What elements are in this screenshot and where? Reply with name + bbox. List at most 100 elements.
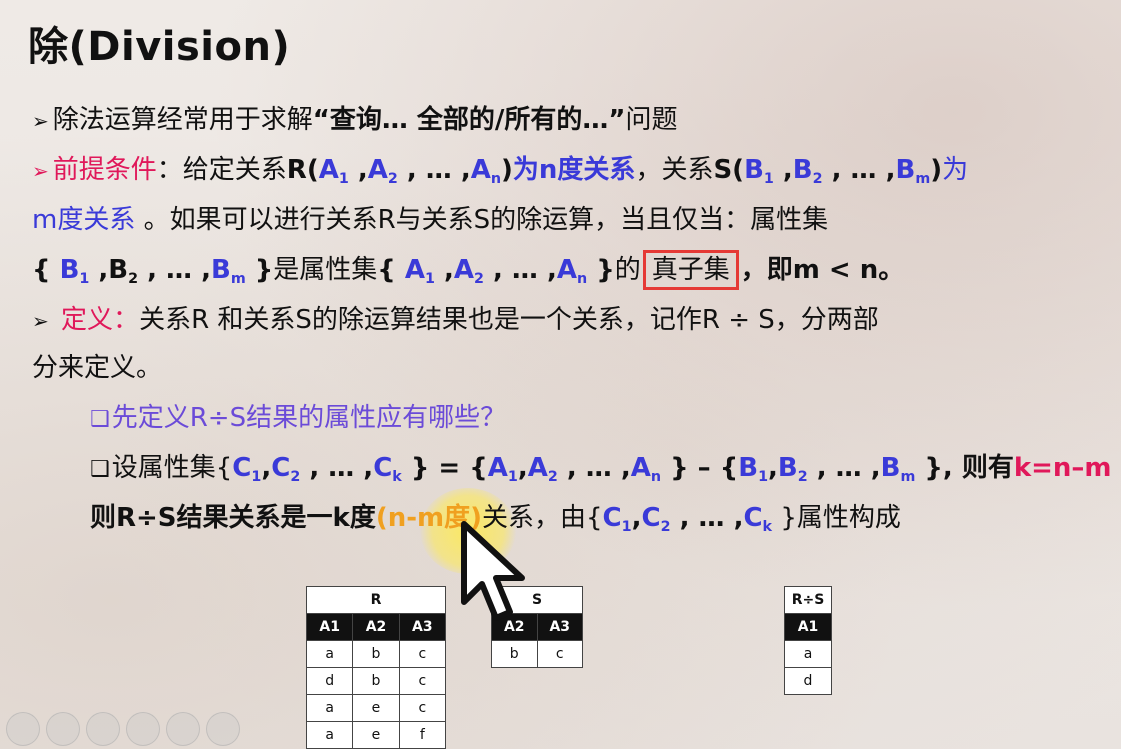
table-cell: f xyxy=(398,721,447,749)
bullet-line-4: { B1 ,B2 , … ,Bm }是属性集{ A1 ,A2 , … ,An }… xyxy=(32,250,904,299)
bullet-line-1: ➢ 除法运算经常用于求解“查询… 全部的/所有的…”问题 xyxy=(32,100,678,141)
sep: , xyxy=(434,255,454,285)
close: ) xyxy=(501,155,513,185)
pen-tool-icon[interactable] xyxy=(86,712,120,746)
table-cell: b xyxy=(352,667,400,695)
a2: A2 xyxy=(453,255,484,287)
dots: , … , xyxy=(300,453,374,483)
ck: Ck xyxy=(743,503,773,535)
m-degree: m度关系 xyxy=(32,205,136,235)
open: { xyxy=(32,255,60,285)
line2-p3: ，关系 xyxy=(635,155,714,185)
table-row: d xyxy=(784,667,832,695)
c2: C2 xyxy=(641,503,671,535)
a1: A1 xyxy=(404,255,435,287)
b2: B2 xyxy=(108,255,139,287)
bm: Bm xyxy=(210,255,246,287)
line4-p2: 的 xyxy=(614,255,641,285)
b1: B1 xyxy=(738,453,769,485)
table-cell: b xyxy=(352,640,400,668)
line2-S: S( xyxy=(713,155,745,185)
an: An xyxy=(630,453,662,485)
b2: B2 xyxy=(777,453,808,485)
table-cell: c xyxy=(536,640,583,668)
line9-p3: }属性构成 xyxy=(772,503,901,533)
table-r: R A1 A2 A3 a b c d b c a e c a e f xyxy=(305,586,447,749)
line4-p1: 是属性集 xyxy=(273,255,378,285)
column-header: A3 xyxy=(398,613,447,641)
line8-p2: } = { xyxy=(401,453,488,483)
line1-tail: 问题 xyxy=(625,105,678,135)
dots: , … , xyxy=(397,155,471,185)
c1: C1 xyxy=(232,453,262,485)
table-row: abc xyxy=(305,640,447,668)
b1: B1 xyxy=(59,255,90,287)
column-header: A1 xyxy=(784,613,832,641)
slides-overview-icon[interactable] xyxy=(126,712,160,746)
bullet-line-6: 分来定义。 xyxy=(32,348,162,388)
prev-slide-icon[interactable] xyxy=(6,712,40,746)
mouse-cursor-icon xyxy=(461,521,525,621)
dots: , … , xyxy=(807,453,881,483)
comma: , xyxy=(261,453,272,483)
line8-p3: } – { xyxy=(661,453,739,483)
line3-rest: 。如果可以进行关系R与关系S的除运算，当且仅当：属性集 xyxy=(135,205,829,235)
table-row: a xyxy=(784,640,832,668)
dots: , … , xyxy=(483,255,557,285)
line7-text: 先定义R÷S结果的属性应有哪些？ xyxy=(111,403,507,433)
column-header: A3 xyxy=(536,613,583,641)
zoom-icon[interactable] xyxy=(166,712,200,746)
line2-R: R( xyxy=(286,155,319,185)
close: } xyxy=(245,255,274,285)
table-cell: c xyxy=(398,640,447,668)
close: ) xyxy=(930,155,943,185)
line5-rest: 关系R 和关系S的除运算结果也是一个关系，记作R ÷ S，分两部 xyxy=(139,305,879,335)
n-degree: 为n度关系 xyxy=(512,155,636,185)
an: An xyxy=(556,255,588,287)
dots: , … , xyxy=(138,255,211,285)
line2-p1: ：给定关系 xyxy=(156,155,287,185)
checkbox-square-icon: ❑ xyxy=(90,407,110,432)
sep: , xyxy=(773,155,793,185)
c2: C2 xyxy=(271,453,301,485)
sep: , xyxy=(89,255,109,285)
slide: 除(Division) ➢ 除法运算经常用于求解“查询… 全部的/所有的…”问题 … xyxy=(0,0,1121,749)
table-cell: e xyxy=(352,694,400,722)
sep: , xyxy=(348,155,368,185)
table-row: bc xyxy=(491,640,583,668)
next-slide-icon[interactable] xyxy=(46,712,80,746)
table-cell: d xyxy=(305,667,354,695)
column-header: A2 xyxy=(352,613,400,641)
premise-label: 前提条件 xyxy=(52,155,157,185)
sub-bullet-2: ❑设属性集{C1,C2 , … ,Ck } = {A1,A2 , … ,An }… xyxy=(90,448,1112,497)
bullet-line-2: ➢ 前提条件：给定关系R(A1 ,A2 , … ,An)为n度关系，关系S(B1 … xyxy=(32,150,968,199)
table-caption: R xyxy=(306,586,446,614)
an: An xyxy=(470,155,502,187)
bullet-arrow-icon: ➢ xyxy=(32,109,49,133)
column-header: A1 xyxy=(305,613,354,641)
line8-p1: 设属性集{ xyxy=(111,453,233,483)
line1-text: 除法运算经常用于求解 xyxy=(52,105,313,135)
ck: Ck xyxy=(373,453,402,485)
slide-title: 除(Division) xyxy=(28,24,291,70)
bm: Bm xyxy=(880,453,916,485)
table-caption: R÷S xyxy=(784,586,832,614)
table-cell: a xyxy=(784,640,832,668)
definition-label: 定义 xyxy=(61,305,114,335)
table-row: aec xyxy=(305,694,447,722)
a1: A1 xyxy=(318,155,349,187)
table-cell: a xyxy=(305,694,354,722)
comma: , xyxy=(768,453,778,483)
line1-bold: “查询… 全部的/所有的…” xyxy=(312,105,626,135)
table-cell: b xyxy=(491,640,538,668)
bullet-arrow-icon: ➢ xyxy=(32,159,49,183)
c1: C1 xyxy=(602,503,632,535)
proper-subset-highlight: 真子集 xyxy=(642,250,739,290)
line2-p4: 为 xyxy=(942,155,969,185)
a2: A2 xyxy=(367,155,398,187)
line8-p4: }, 则有 xyxy=(915,453,1014,483)
colon: ： xyxy=(113,305,140,335)
sub-bullet-1: ❑先定义R÷S结果的属性应有哪些？ xyxy=(90,398,506,440)
more-options-icon[interactable] xyxy=(206,712,240,746)
close: } xyxy=(587,255,615,285)
